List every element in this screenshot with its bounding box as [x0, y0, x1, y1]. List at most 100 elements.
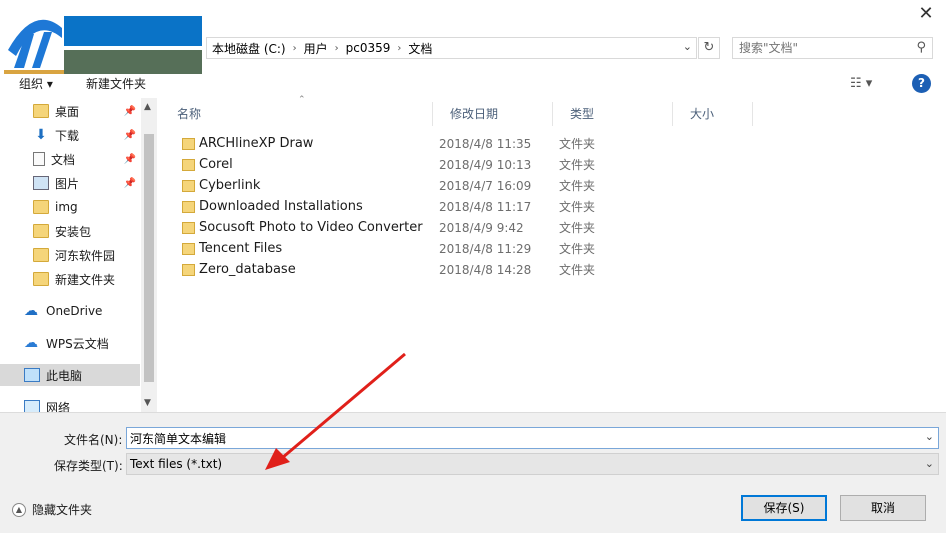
file-name: Cyberlink — [199, 178, 261, 193]
nav-item-img[interactable]: img — [0, 196, 140, 218]
nav-item-label: 河东软件园 — [55, 248, 116, 263]
file-type: 文件夹 — [559, 158, 596, 172]
breadcrumb-user[interactable]: pc0359 — [341, 41, 396, 55]
pin-icon[interactable]: 📌 — [124, 154, 136, 165]
folder-icon — [182, 158, 195, 171]
nav-item-label: 图片 — [55, 176, 80, 191]
folder-icon — [33, 248, 49, 262]
help-icon[interactable]: ? — [912, 74, 931, 93]
filetype-value: Text files (*.txt) — [130, 457, 223, 471]
folder-icon — [33, 104, 49, 118]
file-type: 文件夹 — [559, 263, 596, 277]
breadcrumb-drive[interactable]: 本地磁盘 (C:) — [207, 40, 291, 57]
nav-item-label: 下载 — [55, 128, 80, 143]
cancel-button[interactable]: 取消 — [840, 495, 926, 521]
nav-item-label: 此电脑 — [46, 368, 83, 383]
column-header-name[interactable]: 名称 — [160, 102, 433, 126]
download-icon: ⬇ — [35, 127, 47, 143]
hide-folders-toggle[interactable]: ▲ 隐藏文件夹 — [12, 501, 92, 518]
table-row[interactable]: Cyberlink 2018/4/7 16:09 文件夹 — [160, 175, 760, 196]
search-input[interactable] — [733, 38, 903, 58]
filename-input[interactable] — [127, 428, 907, 448]
file-type: 文件夹 — [559, 221, 596, 235]
breadcrumb-separator-icon: › — [334, 42, 339, 54]
file-modified: 2018/4/8 11:35 — [439, 136, 532, 151]
table-row[interactable]: Corel 2018/4/9 10:13 文件夹 — [160, 154, 760, 175]
nav-item-label: 网络 — [46, 400, 71, 413]
close-icon[interactable]: ✕ — [916, 4, 936, 24]
file-list-pane: ⌃ 名称 修改日期 类型 大小 ARCHlineXP Draw 2018/4/8… — [160, 95, 946, 412]
column-header-modified[interactable]: 修改日期 — [433, 102, 553, 126]
chevron-up-icon[interactable]: ▲ — [12, 502, 26, 517]
cloud-icon: ☁ — [24, 303, 38, 319]
hide-folders-label: 隐藏文件夹 — [32, 503, 93, 517]
folder-icon — [182, 221, 195, 234]
logo-badge-icon — [4, 10, 64, 74]
filename-label: 文件名(N): — [64, 433, 123, 447]
search-box[interactable]: ⚲ — [732, 37, 933, 59]
file-modified: 2018/4/7 16:09 — [439, 178, 532, 193]
address-bar[interactable]: 本地磁盘 (C:) › 用户 › pc0359 › 文档 ⌄ — [206, 37, 697, 59]
nav-item-downloads[interactable]: ⬇ 下载 📌 — [0, 124, 140, 146]
filetype-label: 保存类型(T): — [54, 459, 123, 473]
nav-scrollbar[interactable]: ▲ ▼ — [141, 98, 157, 412]
save-button[interactable]: 保存(S) — [741, 495, 827, 521]
folder-icon — [33, 224, 49, 238]
table-row[interactable]: Tencent Files 2018/4/8 11:29 文件夹 — [160, 238, 760, 259]
nav-item-label: img — [55, 200, 78, 214]
nav-item-network[interactable]: 网络 — [0, 396, 140, 412]
folder-icon — [33, 272, 49, 286]
table-row[interactable]: Zero_database 2018/4/8 14:28 文件夹 — [160, 259, 760, 280]
chevron-down-icon[interactable]: ⌄ — [925, 454, 934, 474]
nav-item-label: 新建文件夹 — [55, 272, 116, 287]
breadcrumb-separator-icon: › — [292, 42, 297, 54]
breadcrumb-users[interactable]: 用户 — [299, 40, 333, 57]
pin-icon[interactable]: 📌 — [124, 130, 136, 141]
pin-icon[interactable]: 📌 — [124, 178, 136, 189]
column-header-type[interactable]: 类型 — [553, 102, 673, 126]
breadcrumb-documents[interactable]: 文档 — [403, 40, 437, 57]
nav-item-label: OneDrive — [46, 304, 103, 318]
new-folder-button[interactable]: 新建文件夹 — [86, 75, 146, 92]
picture-icon — [33, 176, 49, 190]
nav-item-onedrive[interactable]: ☁ OneDrive — [0, 300, 140, 322]
file-name: Corel — [199, 157, 233, 172]
toolbar: 组织 ▾ 新建文件夹 ☷ ▾ ? — [0, 70, 946, 98]
save-panel: 文件名(N): ⌄ 保存类型(T): Text files (*.txt) ⌄ … — [0, 412, 946, 533]
nav-item-documents[interactable]: 文档 📌 — [0, 148, 140, 170]
organize-button[interactable]: 组织 ▾ — [19, 75, 53, 92]
table-row[interactable]: Downloaded Installations 2018/4/8 11:17 … — [160, 196, 760, 217]
nav-item-installers[interactable]: 安装包 — [0, 220, 140, 242]
table-row[interactable]: ARCHlineXP Draw 2018/4/8 11:35 文件夹 — [160, 133, 760, 154]
scrollbar-thumb[interactable] — [144, 134, 154, 382]
chevron-down-icon[interactable]: ⌄ — [925, 430, 934, 443]
navigation-pane: 桌面 📌 ⬇ 下载 📌 文档 📌 图片 📌 img 安装包 河东软件园 新建文件… — [0, 98, 157, 412]
folder-icon — [182, 242, 195, 255]
view-options-icon[interactable]: ☷ ▾ — [850, 76, 872, 91]
chevron-down-icon[interactable]: ▼ — [144, 398, 151, 408]
document-icon — [33, 152, 45, 166]
file-modified: 2018/4/8 11:29 — [439, 241, 532, 256]
computer-icon — [24, 368, 40, 382]
chevron-up-icon[interactable]: ▲ — [144, 102, 151, 112]
folder-icon — [182, 263, 195, 276]
nav-item-label: 文档 — [51, 152, 76, 167]
nav-item-desktop[interactable]: 桌面 📌 — [0, 100, 140, 122]
file-type: 文件夹 — [559, 137, 596, 151]
nav-item-this-pc[interactable]: 此电脑 — [0, 364, 140, 386]
file-modified: 2018/4/8 14:28 — [439, 262, 532, 277]
search-icon[interactable]: ⚲ — [916, 40, 926, 55]
nav-item-new-folder[interactable]: 新建文件夹 — [0, 268, 140, 290]
filename-field[interactable]: ⌄ — [126, 427, 939, 449]
refresh-icon[interactable]: ↻ — [698, 37, 720, 59]
filetype-select[interactable]: Text files (*.txt) ⌄ — [126, 453, 939, 475]
nav-item-pictures[interactable]: 图片 📌 — [0, 172, 140, 194]
nav-item-wps-cloud[interactable]: ☁ WPS云文档 — [0, 332, 140, 354]
folder-icon — [182, 200, 195, 213]
table-row[interactable]: Socusoft Photo to Video Converter 2018/4… — [160, 217, 760, 238]
chevron-down-icon[interactable]: ⌄ — [683, 40, 692, 53]
pin-icon[interactable]: 📌 — [124, 106, 136, 117]
file-name: Downloaded Installations — [199, 199, 363, 214]
column-header-size[interactable]: 大小 — [673, 102, 753, 126]
nav-item-hedong[interactable]: 河东软件园 — [0, 244, 140, 266]
